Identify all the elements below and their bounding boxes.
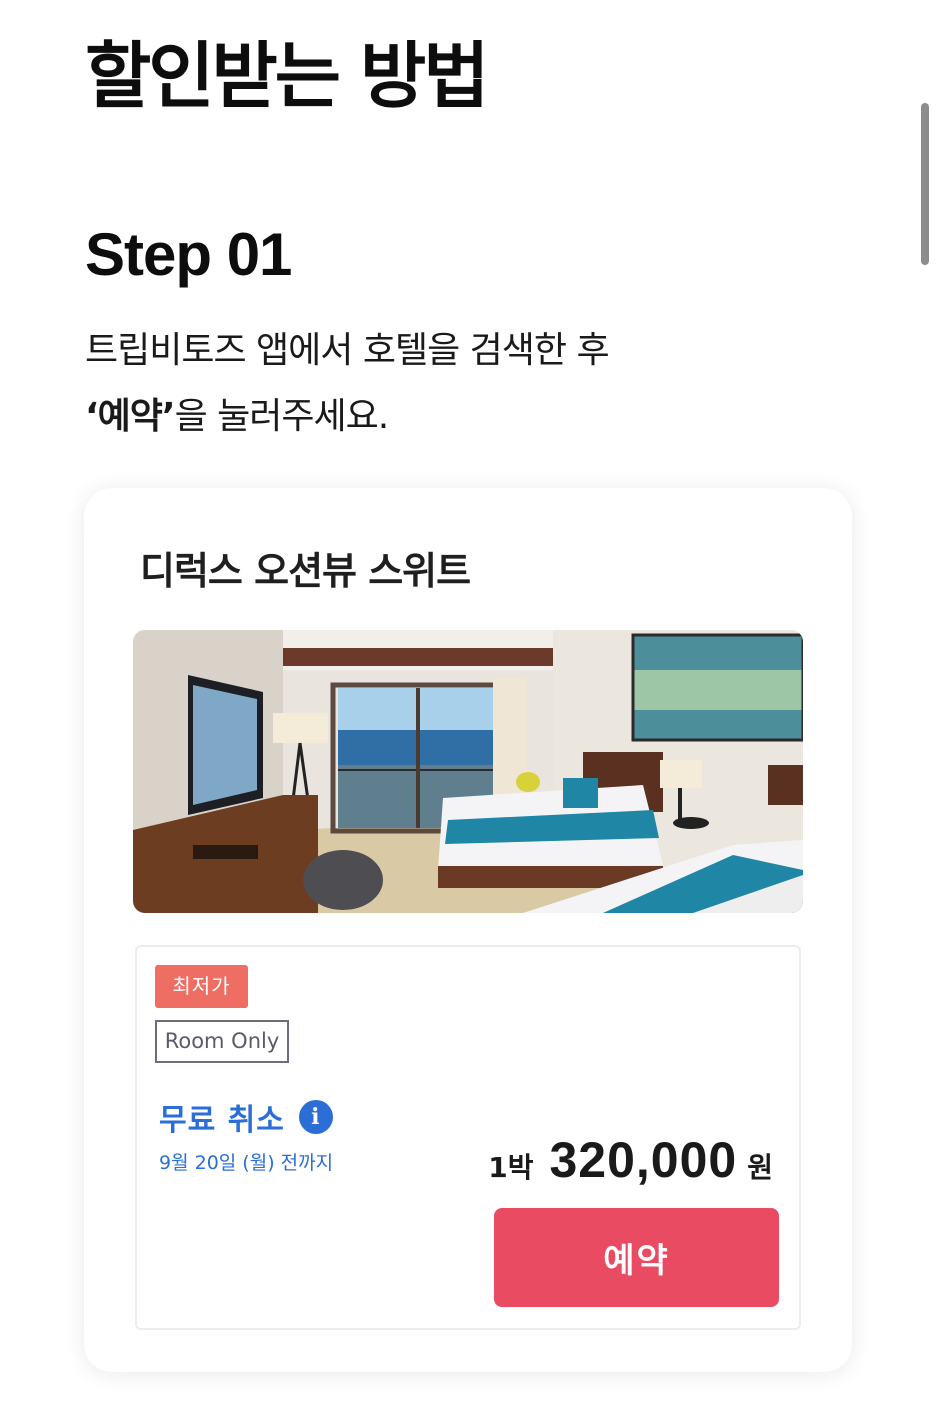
free-cancellation: 무료 취소 i [159, 1095, 333, 1139]
step-description-line1: 트립비토즈 앱에서 호텔을 검색한 후 [85, 330, 610, 371]
page-title: 할인받는 방법 [85, 34, 490, 118]
hotel-room-photo[interactable] [133, 630, 803, 913]
step-description-highlight: ‘예약’ [85, 396, 176, 437]
step-description-rest: 을 눌러주세요. [174, 396, 390, 437]
free-cancellation-label: 무료 취소 [159, 1103, 285, 1138]
room-card: 디럭스 오션뷰 스위트 최저가 Room Only 무료 취소 i 9월 20일… [84, 488, 852, 1372]
reserve-button[interactable]: 예약 [494, 1208, 779, 1307]
step-description-line2: ‘예약’을 눌러주세요. [85, 384, 609, 450]
rate-option: 최저가 Room Only 무료 취소 i 9월 20일 (월) 전까지 1박 … [135, 945, 801, 1330]
step-title: Step 01 [85, 221, 292, 288]
room-only-badge: Room Only [155, 1020, 289, 1063]
info-icon[interactable]: i [298, 1100, 333, 1134]
room-name: 디럭스 오션뷰 스위트 [140, 549, 471, 593]
step-description: 트립비토즈 앱에서 호텔을 검색한 후 ‘예약’을 눌러주세요. [85, 318, 610, 450]
lowest-price-badge: 최저가 [155, 965, 248, 1008]
price-currency: 원 [747, 1151, 773, 1184]
price-amount: 320,000 [549, 1132, 738, 1188]
cancellation-deadline: 9월 20일 (월) 전까지 [159, 1152, 334, 1174]
room-illustration [133, 630, 803, 913]
price: 1박 320,000 원 [488, 1131, 773, 1189]
page: 할인받는 방법 Step 01 트립비토즈 앱에서 호텔을 검색한 후 ‘예약’… [0, 0, 936, 1401]
price-nights: 1박 [488, 1151, 534, 1184]
scrollbar[interactable] [921, 103, 929, 265]
